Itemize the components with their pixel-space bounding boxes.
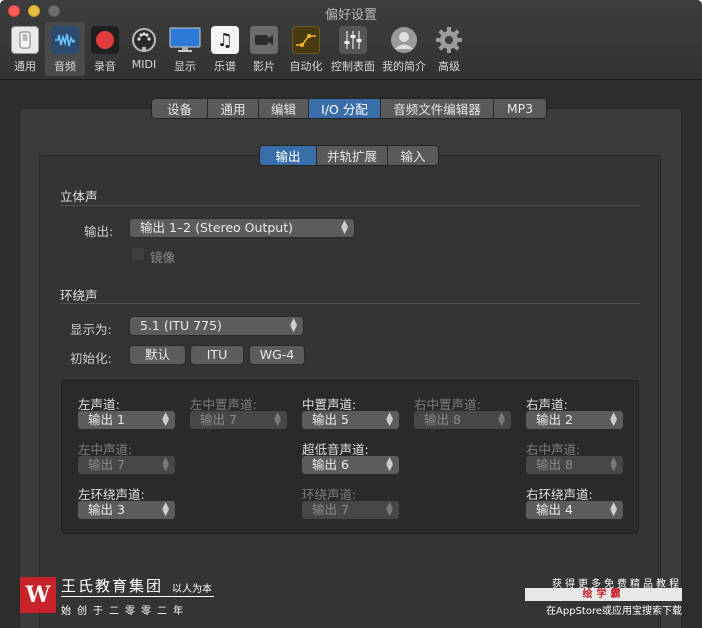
- right-channel-popup[interactable]: 输出 2 ▲ ▼: [525, 410, 624, 430]
- toolbar-item-movie[interactable]: 影片: [246, 22, 282, 76]
- watermark-founded: 始创于二零零二年: [61, 606, 189, 617]
- mirror-label: 镜像: [150, 250, 176, 265]
- left-center-channel-popup[interactable]: 输出 7 ▲ ▼: [189, 410, 288, 430]
- stereo-section-title: 立体声: [60, 189, 98, 204]
- left-channel-popup[interactable]: 输出 1 ▲ ▼: [77, 410, 176, 430]
- toolbar-item-general[interactable]: 通用: [7, 22, 43, 76]
- tab-audio-file-editor[interactable]: 音频文件编辑器: [380, 99, 493, 118]
- chevron-updown-icon: ▲ ▼: [162, 456, 169, 473]
- surround-section-title: 环绕声: [60, 288, 98, 303]
- score-note-icon: ♫: [211, 26, 239, 54]
- right-mid-channel-popup[interactable]: 输出 8 ▲ ▼: [525, 455, 624, 475]
- left-surround-channel-popup[interactable]: 输出 3 ▲ ▼: [77, 500, 176, 520]
- toolbar-item-automation[interactable]: 自动化: [285, 22, 327, 76]
- toolbar-item-score[interactable]: ♫ 乐谱: [207, 22, 243, 76]
- stereo-divider: [60, 205, 640, 206]
- watermark-logo: W: [20, 577, 56, 613]
- init-wg4-button[interactable]: WG-4: [249, 345, 305, 365]
- left-mid-channel-popup[interactable]: 输出 7 ▲ ▼: [77, 455, 176, 475]
- watermark-download-line: 在AppStore或应用宝搜索下载: [546, 606, 682, 617]
- chevron-updown-icon: ▲ ▼: [386, 411, 393, 428]
- center-channel-popup[interactable]: 输出 5 ▲ ▼: [301, 410, 400, 430]
- tab-devices[interactable]: 设备: [152, 99, 207, 118]
- lfe-channel-popup[interactable]: 输出 6 ▲ ▼: [301, 455, 400, 475]
- chevron-updown-icon: ▲ ▼: [290, 317, 297, 334]
- chevron-updown-icon: ▲ ▼: [386, 456, 393, 473]
- toolbar-item-midi[interactable]: MIDI: [126, 22, 162, 76]
- audio-waveform-icon: [51, 26, 79, 54]
- chevron-updown-icon: ▲ ▼: [162, 411, 169, 428]
- preferences-window: 偏好设置 通用 音频 录音 MIDI 显示 ♫ 乐谱 影片 自动化 控制表面 我…: [0, 0, 702, 628]
- toolbar: 偏好设置 通用 音频 录音 MIDI 显示 ♫ 乐谱 影片 自动化 控制表面 我…: [0, 0, 702, 80]
- stereo-output-label: 输出:: [84, 224, 114, 239]
- chevron-updown-icon: ▲ ▼: [610, 411, 617, 428]
- chevron-updown-icon: ▲ ▼: [274, 411, 281, 428]
- toolbar-item-display[interactable]: 显示: [165, 22, 205, 76]
- init-default-button[interactable]: 默认: [129, 345, 186, 365]
- surround-channel-popup[interactable]: 输出 7 ▲ ▼: [301, 500, 400, 520]
- surround-divider: [60, 303, 640, 304]
- toolbar-item-advanced[interactable]: 高级: [430, 22, 468, 76]
- tab-io-assignments[interactable]: I/O 分配: [308, 99, 380, 118]
- chevron-updown-icon: ▲ ▼: [341, 219, 348, 236]
- toolbar-item-control-surface[interactable]: 控制表面: [329, 22, 377, 76]
- automation-curve-icon: [292, 26, 320, 54]
- movie-camera-icon: [250, 26, 278, 54]
- right-surround-channel-popup[interactable]: 输出 4 ▲ ▼: [525, 500, 624, 520]
- chevron-updown-icon: ▲ ▼: [386, 501, 393, 518]
- chevron-updown-icon: ▲ ▼: [610, 501, 617, 518]
- io-subtab-bar: 输出 并轨扩展 输入: [259, 145, 439, 166]
- watermark-brand-name: 王氏教育集团: [61, 577, 164, 595]
- general-switch-icon: [11, 26, 39, 54]
- toolbar-item-record[interactable]: 录音: [87, 22, 123, 76]
- stereo-output-popup[interactable]: 输出 1–2 (Stereo Output) ▲ ▼: [129, 218, 355, 238]
- chevron-updown-icon: ▲ ▼: [162, 501, 169, 518]
- subtab-input[interactable]: 输入: [387, 146, 438, 165]
- control-surface-faders-icon: [339, 26, 367, 54]
- subtab-output[interactable]: 输出: [260, 146, 316, 165]
- midi-connector-icon: [130, 26, 158, 54]
- subtab-bounce-extensions[interactable]: 并轨扩展: [316, 146, 387, 165]
- mirror-checkbox[interactable]: [132, 248, 144, 260]
- display-monitor-icon: [169, 26, 201, 54]
- tab-editing[interactable]: 编辑: [258, 99, 308, 118]
- record-icon: [91, 26, 119, 54]
- watermark-app-name: 绘学霸: [525, 588, 682, 601]
- surround-format-popup[interactable]: 5.1 (ITU 775) ▲ ▼: [129, 316, 304, 336]
- watermark-slogan: 以人为本: [172, 584, 212, 595]
- toolbar-item-my-profile[interactable]: 我的简介: [380, 22, 428, 76]
- display-as-label: 显示为:: [70, 322, 112, 337]
- tab-general[interactable]: 通用: [207, 99, 258, 118]
- chevron-updown-icon: ▲ ▼: [498, 411, 505, 428]
- tab-mp3[interactable]: MP3: [493, 99, 546, 118]
- init-itu-button[interactable]: ITU: [190, 345, 244, 365]
- user-profile-icon: [390, 26, 418, 54]
- advanced-gear-icon: [435, 26, 463, 54]
- watermark-divider: [61, 596, 214, 597]
- main-tab-bar: 设备 通用 编辑 I/O 分配 音频文件编辑器 MP3: [151, 98, 547, 119]
- chevron-updown-icon: ▲ ▼: [610, 456, 617, 473]
- initialize-label: 初始化:: [70, 351, 112, 366]
- right-center-channel-popup[interactable]: 输出 8 ▲ ▼: [413, 410, 512, 430]
- window-title: 偏好设置: [324, 8, 377, 23]
- toolbar-item-audio[interactable]: 音频: [45, 22, 85, 76]
